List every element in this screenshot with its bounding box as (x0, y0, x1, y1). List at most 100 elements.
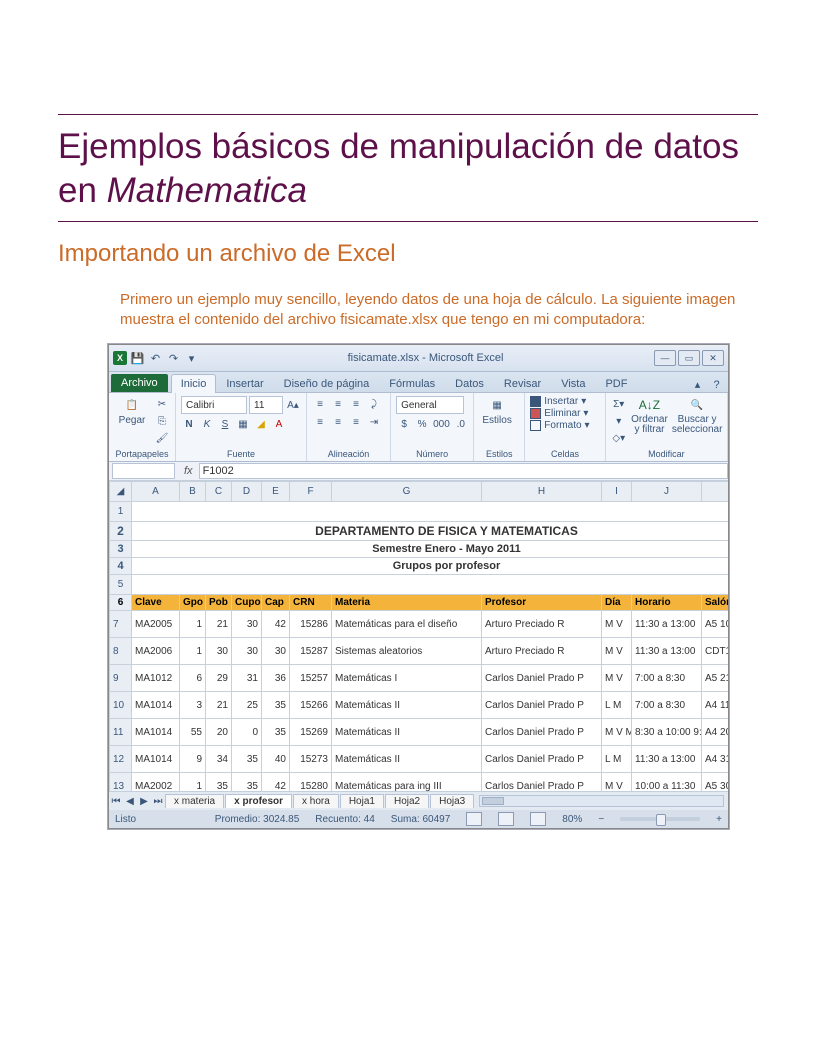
align-right-icon[interactable]: ≡ (348, 414, 364, 430)
select-all-corner[interactable]: ◢ (110, 482, 132, 502)
fx-icon[interactable]: fx (184, 465, 193, 477)
col-E[interactable]: E (262, 482, 290, 502)
ribbon-tab-revisar[interactable]: Revisar (494, 374, 551, 393)
col-B[interactable]: B (180, 482, 206, 502)
insert-cells-button[interactable]: Insertar▾ (530, 396, 586, 407)
ribbon-tab-datos[interactable]: Datos (445, 374, 494, 393)
thousands-icon[interactable]: 000 (432, 416, 451, 432)
increase-font-icon[interactable]: A▴ (285, 397, 301, 413)
sheet-nav-next[interactable]: ▶ (137, 796, 151, 807)
ribbon-tab-diseno[interactable]: Diseño de página (274, 374, 380, 393)
sheet-nav-prev[interactable]: ◀ (123, 796, 137, 807)
minimize-button[interactable]: — (654, 350, 676, 366)
ribbon-tab-inicio[interactable]: Inicio (171, 374, 217, 393)
section-heading: Importando un archivo de Excel (58, 240, 758, 268)
align-middle-icon[interactable]: ≡ (330, 396, 346, 412)
normal-view-icon[interactable] (466, 812, 482, 826)
ribbon-tab-formulas[interactable]: Fórmulas (379, 374, 445, 393)
sheet-tab-hoja3[interactable]: Hoja3 (430, 794, 474, 808)
delete-cells-button[interactable]: Eliminar▾ (530, 408, 588, 419)
help-icon[interactable]: ? (709, 377, 724, 392)
bold-button[interactable]: N (181, 416, 197, 432)
border-icon[interactable]: ▦ (235, 416, 251, 432)
zoom-out-button[interactable]: − (598, 814, 604, 825)
table-row[interactable]: 9MA1012629313615257Matemáticas ICarlos D… (110, 665, 729, 692)
minimize-ribbon-icon[interactable]: ▴ (690, 377, 705, 392)
sheet-tab-xhora[interactable]: x hora (293, 794, 339, 808)
indent-icon[interactable]: ⇥ (366, 414, 382, 430)
italic-button[interactable]: K (199, 416, 215, 432)
col-J[interactable]: J (632, 482, 702, 502)
qat-dropdown-icon[interactable]: ▾ (184, 351, 199, 366)
table-row[interactable]: 11MA1014552003515269Matemáticas IICarlos… (110, 719, 729, 746)
col-A[interactable]: A (132, 482, 180, 502)
col-K[interactable]: K (702, 482, 729, 502)
close-button[interactable]: ✕ (702, 350, 724, 366)
increase-decimal-icon[interactable]: .0 (453, 416, 469, 432)
font-size-combo[interactable]: 11 (249, 396, 283, 414)
sheet-nav-first[interactable]: ⏮ (109, 796, 123, 807)
align-center-icon[interactable]: ≡ (330, 414, 346, 430)
ribbon-tab-vista[interactable]: Vista (551, 374, 595, 393)
autosum-icon[interactable]: Σ▾ (611, 396, 627, 412)
cell-styles-button[interactable]: ▦ Estilos (479, 396, 515, 426)
currency-icon[interactable]: $ (396, 416, 412, 432)
table-row[interactable]: 7MA2005121304215286Matemáticas para el d… (110, 611, 729, 638)
format-cells-button[interactable]: Formato▾ (530, 420, 589, 431)
find-label: Buscar y seleccionar (672, 415, 723, 435)
formula-input[interactable]: F1002 (199, 463, 728, 479)
find-select-button[interactable]: 🔍 Buscar y seleccionar (672, 396, 722, 435)
banner-semester: Semestre Enero - Mayo 2011 (132, 541, 729, 558)
format-painter-icon[interactable]: 🖌 (154, 430, 170, 446)
sort-filter-button[interactable]: A↓Z Ordenar y filtrar (631, 396, 668, 435)
font-color-icon[interactable]: A (271, 416, 287, 432)
table-row[interactable]: 10MA1014321253515266Matemáticas IICarlos… (110, 692, 729, 719)
zoom-in-button[interactable]: + (716, 814, 722, 825)
table-row[interactable]: 12MA1014934354015273Matemáticas IICarlos… (110, 746, 729, 773)
font-name-combo[interactable]: Calibri (181, 396, 247, 414)
copy-icon[interactable]: ⎘ (154, 413, 170, 429)
col-I[interactable]: I (602, 482, 632, 502)
name-box[interactable] (112, 463, 175, 479)
fill-icon[interactable]: ▾ (611, 413, 627, 429)
cut-icon[interactable]: ✂ (154, 396, 170, 412)
col-C[interactable]: C (206, 482, 232, 502)
styles-icon: ▦ (488, 396, 506, 414)
underline-button[interactable]: S (217, 416, 233, 432)
align-left-icon[interactable]: ≡ (312, 414, 328, 430)
align-top-icon[interactable]: ≡ (312, 396, 328, 412)
ribbon-tab-insertar[interactable]: Insertar (216, 374, 273, 393)
col-H[interactable]: H (482, 482, 602, 502)
ribbon-tab-pdf[interactable]: PDF (595, 374, 637, 393)
zoom-slider[interactable] (620, 817, 700, 821)
align-bottom-icon[interactable]: ≡ (348, 396, 364, 412)
sort-icon: A↓Z (640, 396, 658, 414)
number-format-combo[interactable]: General (396, 396, 464, 414)
undo-icon[interactable]: ↶ (148, 351, 163, 366)
sheet-grid[interactable]: ◢ A B C D E F G H I J K 1 2DEPARTAMENTO … (109, 481, 728, 791)
fill-color-icon[interactable]: ◢ (253, 416, 269, 432)
col-F[interactable]: F (290, 482, 332, 502)
page-layout-view-icon[interactable] (498, 812, 514, 826)
rotate-text-icon[interactable]: ⤸ (366, 396, 382, 412)
horizontal-scrollbar[interactable] (479, 795, 724, 807)
save-icon[interactable]: 💾 (130, 351, 145, 366)
restore-button[interactable]: ▭ (678, 350, 700, 366)
ribbon-tabs: Archivo Inicio Insertar Diseño de página… (109, 372, 728, 393)
redo-icon[interactable]: ↷ (166, 351, 181, 366)
sheet-tab-hoja1[interactable]: Hoja1 (340, 794, 384, 808)
percent-icon[interactable]: % (414, 416, 430, 432)
table-row[interactable]: 8MA2006130303015287Sistemas aleatoriosAr… (110, 638, 729, 665)
group-styles-label: Estilos (479, 448, 519, 459)
sheet-tab-xmateria[interactable]: x materia (165, 794, 224, 808)
sheet-tab-hoja2[interactable]: Hoja2 (385, 794, 429, 808)
file-tab[interactable]: Archivo (111, 374, 168, 392)
page-break-view-icon[interactable] (530, 812, 546, 826)
clear-icon[interactable]: ◇▾ (611, 430, 627, 446)
paste-button[interactable]: 📋 Pegar (114, 396, 150, 426)
table-row[interactable]: 13MA2002135354215280Matemáticas para ing… (110, 773, 729, 792)
col-G[interactable]: G (332, 482, 482, 502)
sheet-tab-xprofesor[interactable]: x profesor (225, 794, 292, 808)
col-D[interactable]: D (232, 482, 262, 502)
sheet-nav-last[interactable]: ⏭ (151, 796, 165, 807)
